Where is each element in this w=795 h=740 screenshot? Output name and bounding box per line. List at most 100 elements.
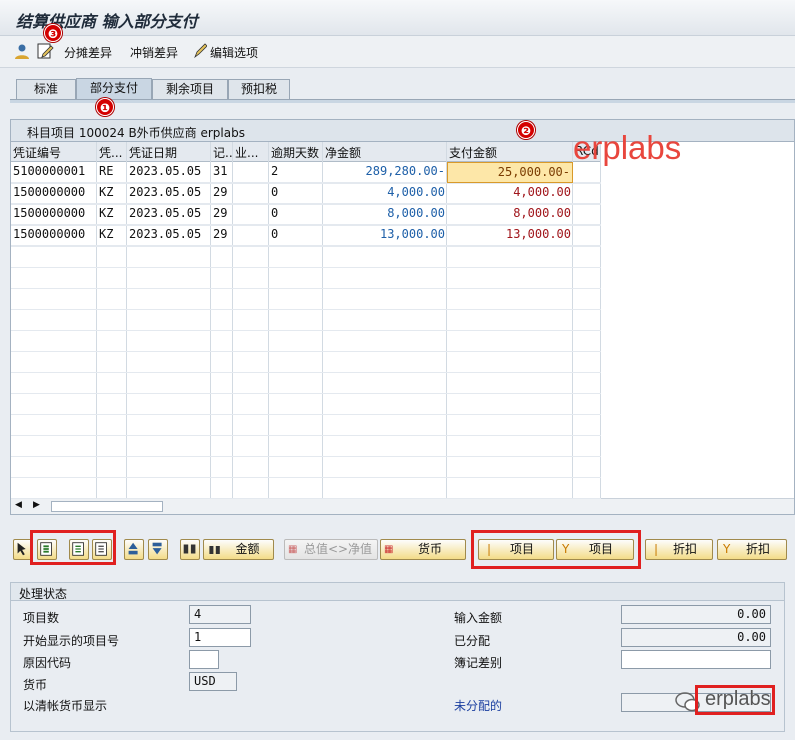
clearing-currency-checkbox-label[interactable]: 以清帐货币显示	[23, 697, 107, 714]
grid-cell[interactable]: 25,000.00-	[447, 162, 573, 183]
status-title: 处理状态	[19, 587, 68, 601]
grid-cell: 1500000000	[11, 183, 97, 204]
grid-cell[interactable]	[573, 225, 601, 246]
grid-cell: 2023.05.05	[127, 225, 211, 246]
scroll-right-icon[interactable]: ▶	[33, 500, 40, 510]
row-divider	[11, 456, 601, 457]
horizontal-scrollbar[interactable]: ◀ ▶	[11, 498, 794, 514]
row-divider	[11, 414, 601, 415]
grid-cell: 0	[269, 183, 323, 204]
currency-button-label: 货币	[417, 542, 442, 556]
row-divider	[11, 351, 601, 352]
grid-cell[interactable]	[573, 204, 601, 225]
discount-button-1-label: 折扣	[672, 542, 697, 556]
callout-2: ❷	[517, 121, 535, 139]
discount-button-2[interactable]: Y 折扣	[717, 539, 787, 560]
footer-watermark: erplabs	[705, 688, 771, 710]
highlight-box-select-buttons	[30, 530, 116, 565]
grid-cell	[233, 204, 269, 225]
tab-strip-line	[10, 99, 795, 103]
grid-cell: KZ	[97, 204, 127, 225]
edit-document-icon[interactable]	[36, 42, 54, 60]
grid-cell[interactable]: 4,000.00	[447, 183, 573, 204]
grid-cell: 1500000000	[11, 204, 97, 225]
editing-options-button[interactable]: 编辑选项	[210, 44, 258, 61]
row-divider	[11, 288, 601, 289]
items-count-field: 4	[189, 605, 251, 624]
grid-cell	[233, 162, 269, 183]
watermark-text: erplabs	[573, 129, 682, 166]
gross-net-button-label: 总值<>净值	[303, 542, 373, 556]
grid-cell: 2023.05.05	[127, 183, 211, 204]
currency-field: USD	[189, 672, 237, 691]
highlight-box-items-buttons	[471, 530, 641, 569]
pencil-icon	[194, 43, 207, 59]
grid-cell[interactable]	[573, 183, 601, 204]
row-divider	[11, 435, 601, 436]
grid-cell: 8,000.00	[323, 204, 447, 225]
tab-residual-items[interactable]: 剩余项目	[152, 79, 228, 100]
unassigned-label: 未分配的	[454, 699, 503, 713]
posting-difference-label: 簿记差别	[454, 656, 503, 670]
charge-off-difference-button[interactable]: 冲销差异	[130, 44, 178, 61]
grid-cell: 13,000.00	[323, 225, 447, 246]
row-divider	[11, 498, 601, 499]
grid-cell: 29	[211, 225, 233, 246]
grid-cell: 31	[211, 162, 233, 183]
entered-amount-label: 输入金额	[454, 611, 503, 625]
callout-1: ❶	[96, 98, 114, 116]
sort-ascending-icon[interactable]	[124, 539, 144, 560]
discount-button-2-label: 折扣	[745, 542, 770, 556]
row-divider	[11, 477, 601, 478]
grid-cell: 1500000000	[11, 225, 97, 246]
person-icon[interactable]	[13, 42, 31, 60]
row-divider	[11, 246, 601, 247]
assigned-label: 已分配	[454, 634, 491, 648]
row-divider	[11, 267, 601, 268]
grid-account-label: 科目项目 100024 B外币供应商 erplabs	[27, 126, 245, 140]
grid-cell: RE	[97, 162, 127, 183]
items-count-label: 项目数	[23, 611, 60, 625]
currency-label: 货币	[23, 678, 48, 692]
entered-amount-field: 0.00	[621, 605, 771, 624]
row-divider	[11, 372, 601, 373]
window-title-bar: 结算供应商 输入部分支付	[0, 0, 795, 36]
grid-cell[interactable]: 13,000.00	[447, 225, 573, 246]
grid-cell: KZ	[97, 183, 127, 204]
filter-icon[interactable]	[148, 539, 168, 560]
money-icon: ▦	[288, 544, 298, 555]
grid-cell: 2	[269, 162, 323, 183]
open-items-grid: 科目项目 100024 B外币供应商 erplabs ◀ ▶ 凭证编号 凭... 凭…	[10, 119, 795, 515]
distribute-difference-button[interactable]: 分摊差异	[64, 44, 112, 61]
application-toolbar: 分摊差异 冲销差异 编辑选项	[0, 36, 795, 68]
currency-button[interactable]: ▦ 货币	[380, 539, 466, 560]
amount-button[interactable]: 金额	[203, 539, 274, 560]
tab-withholding-tax[interactable]: 预扣税	[228, 79, 290, 100]
reason-code-field[interactable]	[189, 650, 219, 669]
grid-cell: 0	[269, 204, 323, 225]
tab-standard[interactable]: 标准	[16, 79, 76, 100]
gross-net-button[interactable]: ▦ 总值<>净值	[284, 539, 378, 560]
discount-button-1[interactable]: ❘ 折扣	[645, 539, 713, 560]
scroll-left-icon[interactable]: ◀	[15, 500, 22, 510]
posting-difference-field[interactable]	[621, 650, 771, 669]
row-divider	[11, 393, 601, 394]
fork-icon-2: Y	[723, 542, 731, 556]
grid-cell	[233, 183, 269, 204]
find-icon[interactable]	[180, 539, 200, 560]
grid-cell: 29	[211, 204, 233, 225]
grid-cell: 29	[211, 183, 233, 204]
assigned-field: 0.00	[621, 628, 771, 647]
grid-cell: 289,280.00-	[323, 162, 447, 183]
first-item-field[interactable]: 1	[189, 628, 251, 647]
first-item-label: 开始显示的项目号	[23, 634, 120, 648]
tab-partial-payment[interactable]: 部分支付	[76, 78, 152, 100]
row-divider	[11, 309, 601, 310]
grid-cell[interactable]: 8,000.00	[447, 204, 573, 225]
scroll-thumb[interactable]	[51, 501, 163, 512]
pen-icon-2: ❘	[651, 542, 662, 556]
grid-cell: 4,000.00	[323, 183, 447, 204]
grid-cell: KZ	[97, 225, 127, 246]
find-amount-icon	[209, 546, 220, 554]
grid-cell: 0	[269, 225, 323, 246]
